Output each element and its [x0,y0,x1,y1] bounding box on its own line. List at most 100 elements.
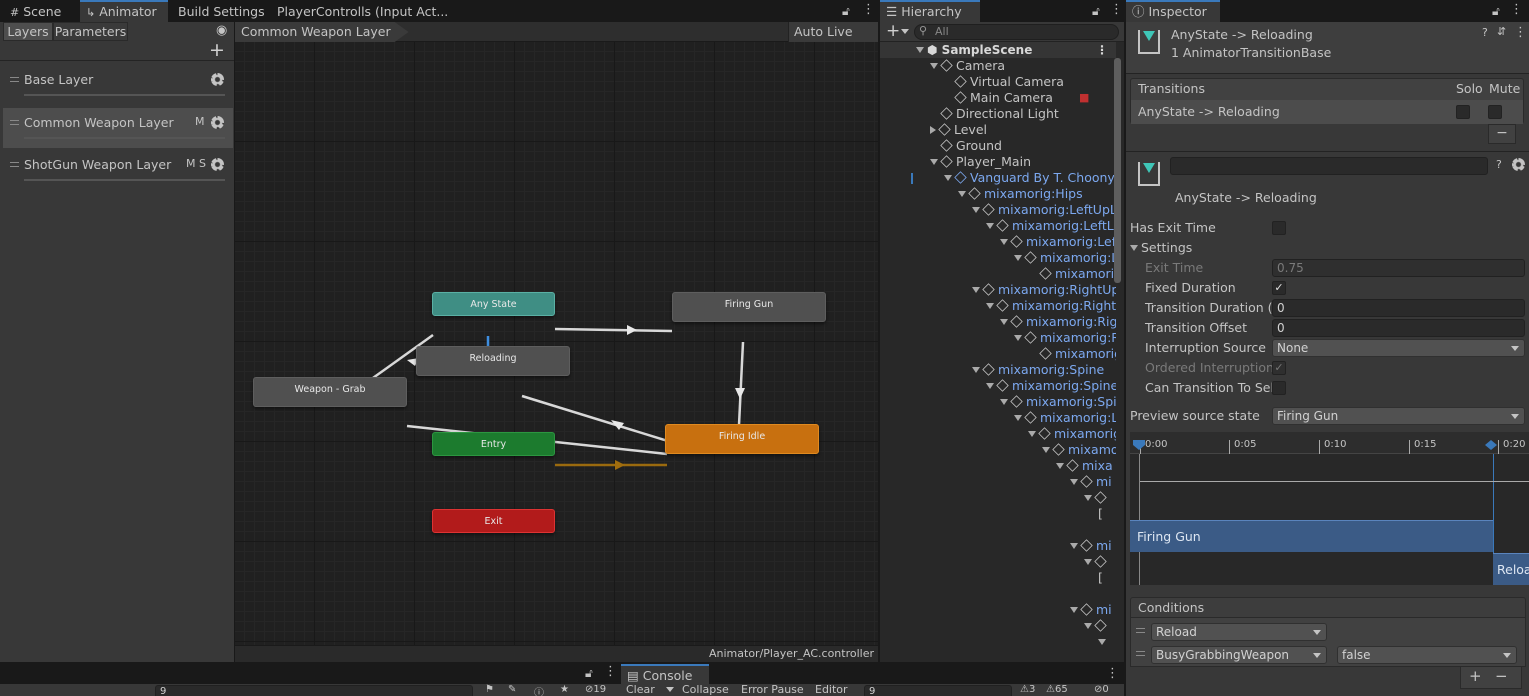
hierarchy-row[interactable]: mixamorig:Spine [880,362,1116,378]
gear-icon[interactable] [1512,158,1525,171]
remove-condition-icon[interactable]: − [1495,667,1508,685]
layer-item-base[interactable]: Base Layer [3,65,233,105]
expand-arrow-icon[interactable] [1070,479,1078,485]
tab-inspector[interactable]: ⓘ Inspector [1126,0,1220,22]
lock-icon[interactable]: 🔓︎ [842,4,850,19]
hierarchy-row[interactable]: mixa [880,458,1116,474]
expand-arrow-icon[interactable] [1014,335,1022,341]
kebab-menu-icon[interactable]: ⋮ [1510,2,1523,17]
hierarchy-scrollbar[interactable] [1114,58,1121,283]
transition-timeline[interactable]: 0:00 0:05 0:10 0:15 0:20 Firing Gun Relo… [1130,432,1529,585]
hierarchy-row[interactable]: Vanguard By T. Choonyung [880,170,1116,186]
state-weapon-grab[interactable]: Weapon - Grab [253,377,407,407]
kebab-menu-icon[interactable]: ⋮ [604,664,617,679]
hierarchy-row[interactable]: mi [880,538,1116,554]
tab-build-settings[interactable]: Build Settings [172,0,271,22]
condition-value-dropdown[interactable]: false [1337,646,1517,664]
warning-count-button[interactable]: ⚠3 [1020,684,1035,695]
filter-icon[interactable]: ⚑ [485,684,494,695]
hierarchy-row[interactable] [880,618,1116,634]
add-condition-icon[interactable]: + [1469,667,1482,685]
hierarchy-row[interactable]: Virtual Camera [880,74,1116,90]
expand-arrow-icon[interactable] [1014,415,1022,421]
preview-source-dropdown[interactable]: Firing Gun [1272,407,1525,425]
hierarchy-row[interactable]: mixamorig:LeftShoulder [880,410,1116,426]
expand-arrow-icon[interactable] [1098,639,1106,645]
drag-handle-icon[interactable] [10,162,19,167]
expand-arrow-icon[interactable] [1042,447,1050,453]
condition-param-dropdown[interactable]: Reload [1151,623,1327,641]
hierarchy-row[interactable]: mixamorig:RightFoot [880,314,1116,330]
expand-arrow-icon[interactable] [972,367,980,373]
transition-any-to-firinggun[interactable] [554,327,673,333]
hierarchy-row[interactable]: Ground [880,138,1116,154]
exit-time-field[interactable]: 0.75 [1272,259,1525,277]
info-icon[interactable]: ⓘ [534,684,544,696]
parameters-tab[interactable]: Parameters [53,22,128,41]
expand-arrow-icon[interactable] [1000,399,1008,405]
expand-arrow-icon[interactable] [972,207,980,213]
lock-icon[interactable]: 🔓︎ [1092,4,1100,19]
expand-arrow-icon[interactable] [1028,431,1036,437]
add-layer-icon[interactable]: + [209,39,225,61]
preset-icon[interactable]: ⇵ [1497,25,1506,38]
hierarchy-row[interactable]: mixamorig:Spine1 [880,378,1116,394]
expand-arrow-icon[interactable] [1084,495,1092,501]
drag-handle-icon[interactable] [10,120,19,125]
hierarchy-row[interactable]: mixamorig:Spine2 [880,394,1116,410]
expand-arrow-icon[interactable] [986,303,994,309]
hierarchy-row[interactable]: mixamorig [880,426,1116,442]
expand-arrow-icon[interactable] [1000,239,1008,245]
expand-arrow-icon[interactable] [1014,255,1022,261]
expand-arrow-icon[interactable] [1070,543,1078,549]
gear-icon[interactable] [211,73,224,86]
condition-row[interactable]: Reload [1131,620,1525,642]
state-firing-idle[interactable]: Firing Idle [665,424,819,454]
hierarchy-row[interactable]: mixamorig [880,346,1116,362]
hierarchy-row[interactable]: mixamorig:LeftUpLeg [880,202,1116,218]
drag-handle-icon[interactable] [1136,651,1145,656]
kebab-menu-icon[interactable]: ⋮ [1514,25,1527,40]
expand-arrow-icon[interactable] [944,175,952,181]
tab-scene[interactable]: # Scene [4,0,67,22]
gear-icon[interactable] [211,158,224,171]
hierarchy-row[interactable]: Level [880,122,1116,138]
timeline-clip-source[interactable]: Firing Gun [1130,520,1493,552]
lock-icon[interactable]: 🔓︎ [1492,4,1500,19]
star-icon[interactable]: ★ [560,684,569,695]
condition-row[interactable]: BusyGrabbingWeapon false [1131,643,1525,665]
log-count-button[interactable]: ⚠65 [1046,684,1068,695]
expand-arrow-icon[interactable] [916,47,924,53]
hierarchy-row[interactable]: mixamorig:Hips [880,186,1116,202]
transition-row[interactable]: AnyState -> Reloading [1131,100,1523,124]
expand-arrow-icon[interactable] [1056,463,1064,469]
add-icon[interactable]: + [886,21,900,41]
expand-arrow-icon[interactable] [930,159,938,165]
error-pause-button[interactable]: Error Pause [741,684,804,696]
hierarchy-row[interactable]: Camera [880,58,1116,74]
state-any-state[interactable]: Any State [432,292,555,316]
expand-arrow-icon[interactable] [930,63,938,69]
hierarchy-row[interactable]: mixamorig:RightToeBase [880,330,1116,346]
tab-hierarchy[interactable]: ☰ Hierarchy [880,0,980,22]
can-transition-to-self-checkbox[interactable] [1272,381,1286,395]
fixed-duration-checkbox[interactable]: ✓ [1272,281,1286,295]
settings-foldout[interactable]: Settings [1130,240,1192,255]
layers-tab[interactable]: Layers [3,22,53,41]
mute-checkbox[interactable] [1488,105,1502,119]
hierarchy-row[interactable]: Directional Light [880,106,1116,122]
layer-item-common-weapon[interactable]: Common Weapon Layer M [3,108,233,148]
editor-dropdown[interactable]: Editor [815,684,848,696]
transition-start-marker[interactable] [1133,440,1145,450]
state-entry[interactable]: Entry [432,432,555,456]
breadcrumb[interactable]: Common Weapon Layer [235,22,409,42]
ordered-interruption-checkbox[interactable]: ✓ [1272,361,1286,375]
error-count-button[interactable]: ⊘0 [1094,684,1109,695]
gear-icon[interactable] [211,116,224,129]
tab-console[interactable]: ▤ Console [621,664,709,686]
transition-offset-field[interactable]: 0 [1272,319,1525,337]
transition-name-field[interactable] [1170,157,1488,175]
hierarchy-row[interactable] [880,490,1116,506]
expand-arrow-icon[interactable] [986,223,994,229]
kebab-menu-icon[interactable]: ⋮ [862,2,875,17]
